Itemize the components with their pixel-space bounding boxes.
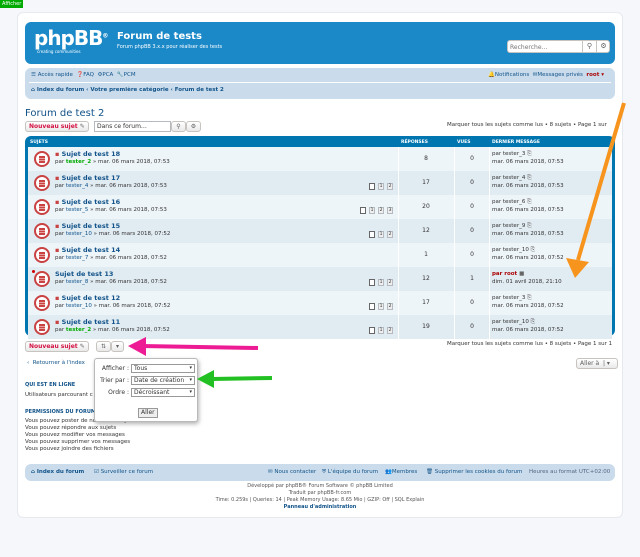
green-arrow [197, 370, 273, 388]
magenta-arrow [128, 337, 259, 356]
orange-arrow [566, 102, 626, 278]
annotation-arrows [128, 102, 626, 388]
